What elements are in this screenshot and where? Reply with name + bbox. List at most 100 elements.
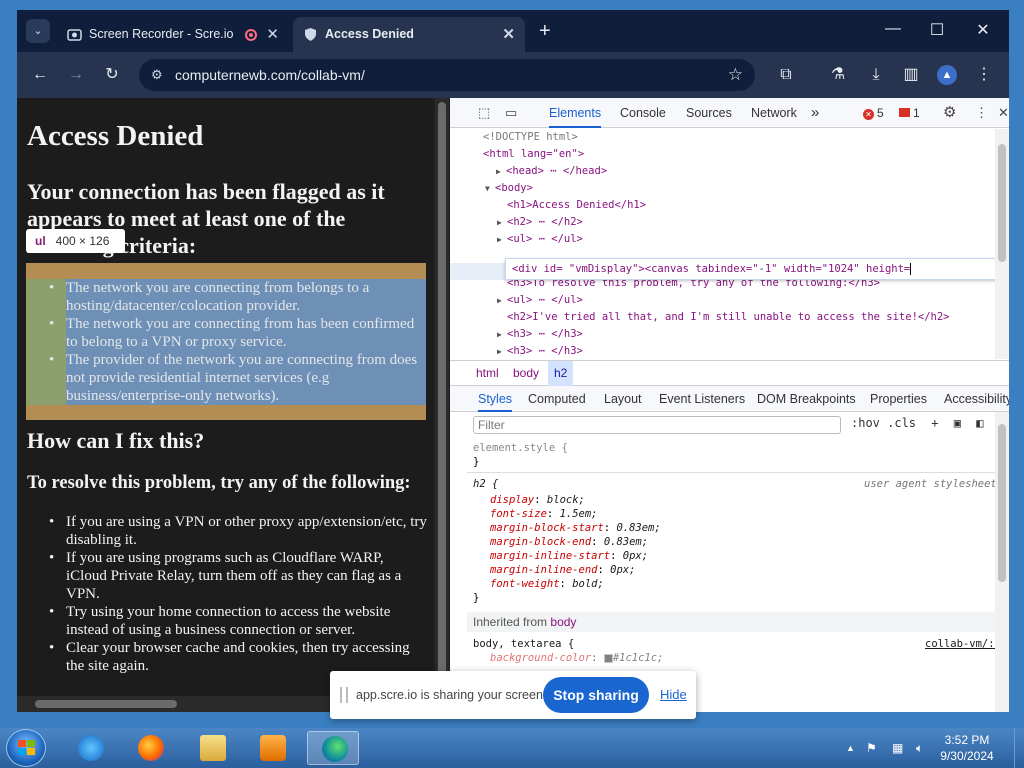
dom-line[interactable]: ▶ <h3> ⋯ </h3>	[497, 343, 583, 359]
paint-icon[interactable]: ▣	[954, 416, 961, 430]
dom-line[interactable]: <h1>Access Denied</h1>	[507, 197, 646, 214]
dom-line[interactable]: <h2>I've tried all that, and I'm still u…	[507, 309, 950, 326]
expand-triangle-icon[interactable]: ▶	[497, 343, 507, 359]
inherited-from-link[interactable]: body	[550, 615, 576, 629]
side-panel-icon[interactable]: ▥	[898, 52, 924, 98]
inspect-element-icon[interactable]: ⬚	[478, 105, 490, 121]
taskbar-edge[interactable]	[307, 731, 359, 765]
action-center-flag-icon[interactable]: ⚑	[866, 728, 877, 768]
device-toolbar-icon[interactable]: ▭	[505, 105, 517, 121]
settings-gear-icon[interactable]: ⚙	[943, 103, 956, 121]
menu-icon[interactable]: ⋮	[971, 52, 997, 98]
close-tab-icon[interactable]: ✕	[266, 17, 279, 52]
scroll-thumb[interactable]	[35, 700, 177, 708]
extensions-icon[interactable]: ⧉	[773, 52, 799, 98]
dom-line[interactable]: <!DOCTYPE html>	[483, 129, 578, 146]
style-property[interactable]: margin-block-end: 0.83em;	[490, 535, 648, 549]
maximize-button[interactable]: ☐	[917, 20, 957, 40]
breadcrumb-body[interactable]: body	[507, 361, 545, 386]
style-property[interactable]: margin-inline-end: 0px;	[490, 563, 635, 577]
expand-triangle-icon[interactable]: ▶	[497, 214, 507, 231]
forward-icon[interactable]: →	[63, 52, 89, 98]
tab-properties[interactable]: Properties	[870, 386, 927, 412]
kebab-menu-icon[interactable]: ⋮	[975, 105, 988, 121]
drag-handle-icon[interactable]	[340, 687, 348, 703]
expand-triangle-icon[interactable]: ▶	[497, 326, 507, 343]
tab-network[interactable]: Network	[751, 98, 797, 128]
site-info-icon[interactable]: ⚙	[151, 59, 163, 91]
tab-console[interactable]: Console	[620, 98, 666, 128]
tab-dom-breakpoints[interactable]: DOM Breakpoints	[757, 386, 856, 412]
expand-triangle-icon[interactable]: ▶	[496, 163, 506, 180]
dom-line[interactable]: ▶ <ul> ⋯ </ul>	[497, 292, 583, 309]
style-property[interactable]: background-color: #1c1c1c;	[490, 651, 663, 665]
volume-icon[interactable]: 🔈︎	[916, 728, 923, 768]
tab-sources[interactable]: Sources	[686, 98, 732, 128]
collapse-triangle-icon[interactable]: ▼	[485, 180, 495, 197]
body-source-link[interactable]: collab-vm/:9	[925, 637, 995, 651]
system-clock[interactable]: 3:52 PM 9/30/2024	[936, 732, 998, 764]
element-style-rule[interactable]: element.style {	[473, 441, 568, 455]
style-property[interactable]: margin-block-start: 0.83em;	[490, 521, 661, 535]
new-style-rule-icon[interactable]: +	[931, 416, 938, 430]
html-edit-field[interactable]: <div id= "vmDisplay"><canvas tabindex="-…	[505, 258, 1001, 280]
network-icon[interactable]: ▦	[892, 728, 903, 768]
dom-line[interactable]: <html lang="en">	[483, 146, 584, 163]
tab-screen-recorder[interactable]: Screen Recorder - Scre.io ✕	[57, 17, 289, 52]
dom-line[interactable]: ▼ <body>	[485, 180, 533, 197]
start-button[interactable]	[6, 729, 46, 767]
style-property[interactable]: font-weight: bold;	[490, 577, 604, 591]
dom-line[interactable]: ▶ <h3> ⋯ </h3>	[497, 326, 583, 343]
page-vertical-scrollbar[interactable]	[435, 98, 449, 696]
taskbar-explorer[interactable]	[186, 731, 238, 765]
stop-sharing-button[interactable]: Stop sharing	[543, 677, 649, 713]
minimize-button[interactable]: —	[873, 20, 913, 38]
issue-count-badge[interactable]: 1	[899, 106, 920, 120]
scroll-thumb[interactable]	[438, 102, 446, 677]
breadcrumb-h2[interactable]: h2	[548, 361, 574, 386]
hov-cls-toggles[interactable]: :hov .cls	[851, 416, 916, 430]
back-icon[interactable]: ←	[27, 52, 53, 98]
show-desktop-button[interactable]	[1014, 728, 1024, 768]
style-property[interactable]: font-size: 1.5em;	[490, 507, 598, 521]
expand-triangle-icon[interactable]: ▶	[497, 292, 507, 309]
error-count-badge[interactable]: ✕ 5	[863, 106, 884, 120]
scroll-thumb[interactable]	[998, 424, 1006, 582]
dom-line[interactable]: ▶ <head> ⋯ </head>	[496, 163, 607, 180]
scroll-thumb[interactable]	[998, 144, 1006, 262]
more-tabs-icon[interactable]: »	[811, 98, 819, 128]
hide-link[interactable]: Hide	[660, 671, 687, 719]
dom-line[interactable]: ▶ <ul> ⋯ </ul>	[497, 231, 583, 248]
toggle-sidebar-icon[interactable]: ◧	[976, 416, 983, 430]
reload-icon[interactable]: ↻	[99, 52, 125, 98]
download-icon[interactable]: ⤓	[863, 52, 889, 98]
tray-overflow-icon[interactable]: ▲	[846, 728, 855, 768]
styles-filter-input[interactable]: Filter	[473, 416, 841, 434]
taskbar-ie[interactable]	[64, 731, 116, 765]
tab-elements[interactable]: Elements	[549, 98, 602, 128]
close-tab-icon[interactable]: ✕	[502, 17, 515, 52]
labs-icon[interactable]: ⚗	[825, 52, 851, 98]
dom-line[interactable]: ▶ <h2> ⋯ </h2>	[497, 214, 583, 231]
dom-scrollbar[interactable]	[995, 129, 1009, 359]
profile-avatar[interactable]: ▲	[937, 65, 957, 85]
tab-search-button[interactable]: ⌄	[26, 19, 50, 43]
tab-event-listeners[interactable]: Event Listeners	[659, 386, 745, 412]
tab-accessibility[interactable]: Accessibility	[944, 386, 1009, 412]
address-bar[interactable]: ⚙ computernewb.com/collab-vm/ ☆	[139, 59, 755, 91]
taskbar-firefox[interactable]	[124, 731, 176, 765]
tab-computed[interactable]: Computed	[528, 386, 586, 412]
tab-layout[interactable]: Layout	[604, 386, 642, 412]
breadcrumb-html[interactable]: html	[470, 361, 505, 386]
color-swatch[interactable]	[603, 653, 613, 663]
bookmark-star-icon[interactable]: ☆	[728, 59, 743, 91]
expand-triangle-icon[interactable]: ▶	[497, 231, 507, 248]
new-tab-button[interactable]: +	[539, 20, 551, 42]
tab-access-denied[interactable]: Access Denied ✕	[293, 17, 525, 52]
style-property[interactable]: margin-inline-start: 0px;	[490, 549, 648, 563]
styles-scrollbar[interactable]	[995, 412, 1009, 712]
taskbar-media-player[interactable]	[246, 731, 298, 765]
style-property[interactable]: display: block;	[490, 493, 585, 507]
close-devtools-icon[interactable]: ✕	[998, 105, 1009, 121]
tab-styles[interactable]: Styles	[478, 386, 513, 412]
